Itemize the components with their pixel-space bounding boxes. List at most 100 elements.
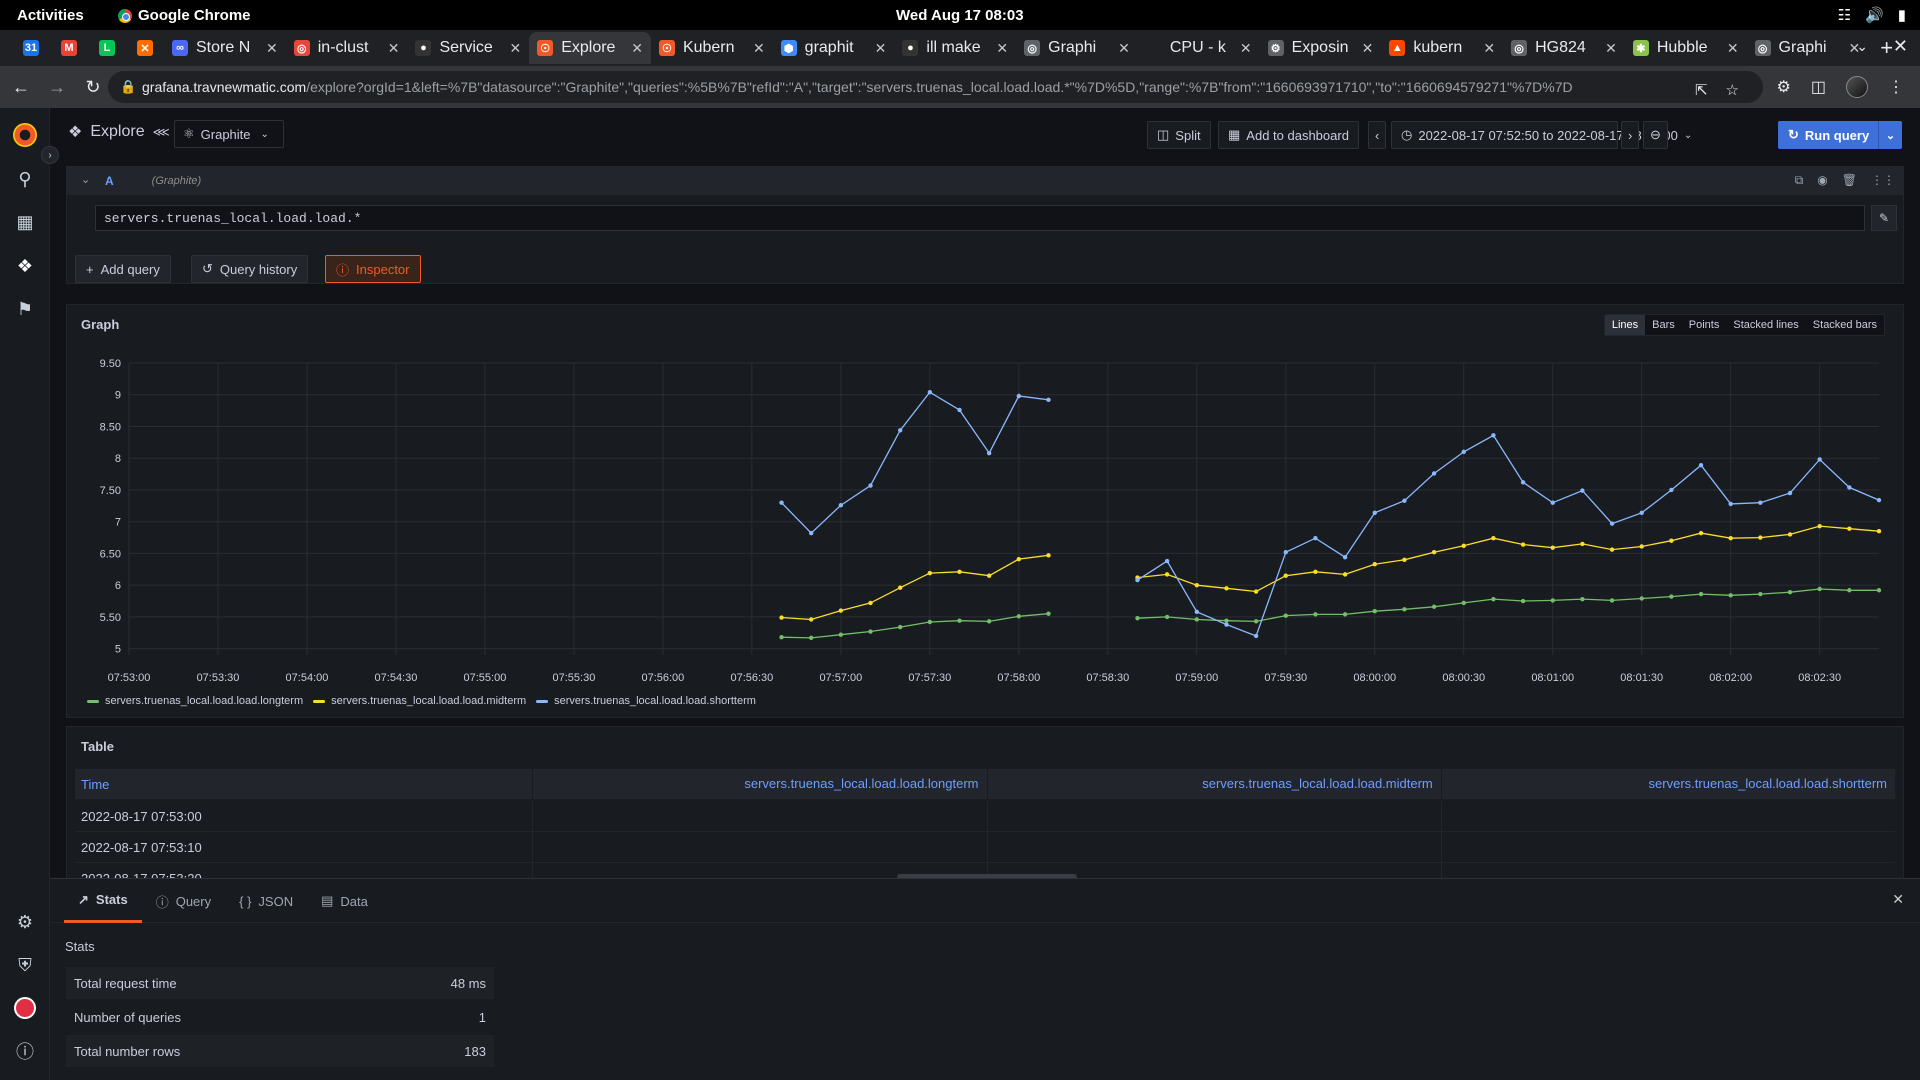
browser-tab[interactable]: ✱ Hubble ✕ xyxy=(1625,32,1747,64)
time-range-picker[interactable]: ◷ 2022-08-17 07:52:50 to 2022-08-17 08:03… xyxy=(1391,121,1692,149)
tab-close-icon[interactable]: ✕ xyxy=(388,40,400,57)
extensions-icon[interactable]: ⚙ xyxy=(1777,77,1791,97)
address-bar[interactable]: 🔒 grafana.travnewmatic.com/explore?orgId… xyxy=(108,71,1763,103)
tab-stats[interactable]: ↗ Stats xyxy=(64,879,142,923)
add-query-button[interactable]: + Add query xyxy=(75,255,171,283)
browser-tab[interactable]: ☉ Kubern ✕ xyxy=(651,32,773,64)
vis-option-stacked-bars[interactable]: Stacked bars xyxy=(1806,315,1884,335)
tab-close-icon[interactable]: ✕ xyxy=(753,40,765,57)
vis-option-lines[interactable]: Lines xyxy=(1604,315,1646,335)
time-forward-button[interactable]: › xyxy=(1621,121,1640,149)
bookmark-star-icon[interactable]: ☆ xyxy=(1726,81,1739,99)
browser-tab[interactable]: ● ill make ✕ xyxy=(894,32,1016,64)
reload-icon[interactable]: ↻ xyxy=(78,77,108,98)
collapse-chevron-icon[interactable]: ⌄ xyxy=(81,173,90,186)
browser-tab[interactable]: ⬢ graphit ✕ xyxy=(773,32,895,64)
tab-search-icon[interactable]: ⌄ xyxy=(1856,38,1868,55)
inspector-button[interactable]: ⓘ Inspector xyxy=(325,255,421,283)
configuration-gear-icon[interactable]: ⚙ xyxy=(12,909,38,935)
time-back-button[interactable]: ‹ xyxy=(1368,121,1387,149)
vis-option-bars[interactable]: Bars xyxy=(1645,315,1682,335)
tab-close-icon[interactable]: ✕ xyxy=(875,40,887,57)
query-history-button[interactable]: ↺ Query history xyxy=(191,255,309,283)
system-tray[interactable]: ☷ 🔊 ▮ xyxy=(1838,6,1906,24)
chrome-menu-icon[interactable]: ⋮ xyxy=(1888,77,1904,97)
tab-close-icon[interactable]: ✕ xyxy=(1483,40,1495,57)
browser-tab[interactable]: ◎ in-clust ✕ xyxy=(286,32,408,64)
add-to-dashboard-button[interactable]: ▦ Add to dashboard xyxy=(1218,121,1359,149)
hide-query-eye-icon[interactable]: ◉ xyxy=(1817,173,1827,188)
share-link-icon[interactable]: ⋘ xyxy=(153,125,170,139)
browser-tab[interactable]: ● Service ✕ xyxy=(407,32,529,64)
zoom-out-button[interactable]: ⊖ xyxy=(1643,121,1668,149)
profile-avatar[interactable] xyxy=(1846,76,1868,98)
legend-item[interactable]: servers.truenas_local.load.load.midterm xyxy=(313,695,526,707)
run-query-button[interactable]: ↻ Run query ⌄ xyxy=(1778,121,1902,149)
browser-tab[interactable]: CPU - k ✕ xyxy=(1138,32,1260,64)
sidepanel-icon[interactable]: ◫ xyxy=(1811,77,1826,97)
tab-close-icon[interactable]: ✕ xyxy=(266,40,278,57)
share-icon[interactable]: ⇱ xyxy=(1695,81,1708,99)
tab-close-icon[interactable]: ✕ xyxy=(631,40,643,57)
window-close-icon[interactable]: ✕ xyxy=(1893,36,1908,57)
tab-close-icon[interactable]: ✕ xyxy=(1118,40,1130,57)
stats-heading: Stats xyxy=(65,939,95,954)
browser-tab[interactable]: ◎ Graphi ✕ xyxy=(1016,32,1138,64)
explore-compass-icon[interactable]: ❖ xyxy=(12,253,38,279)
browser-tab[interactable]: ◎ HG824 ✕ xyxy=(1503,32,1625,64)
legend-item[interactable]: servers.truenas_local.load.load.longterm xyxy=(87,695,303,707)
user-avatar-icon[interactable] xyxy=(12,995,38,1021)
table-header-time[interactable]: Time xyxy=(75,777,532,792)
query-ref-id[interactable]: A xyxy=(105,174,114,188)
back-icon[interactable]: ← xyxy=(6,77,36,98)
grafana-logo-icon[interactable] xyxy=(12,122,38,148)
activities-button[interactable]: Activities xyxy=(17,7,84,24)
tab-close-icon[interactable]: ✕ xyxy=(1727,40,1739,57)
table-header-longterm[interactable]: servers.truenas_local.load.load.longterm xyxy=(532,769,986,799)
search-icon[interactable]: ⚲ xyxy=(12,166,38,192)
browser-tab[interactable]: ☉ Explore ✕ xyxy=(529,32,651,64)
tab-close-icon[interactable]: ✕ xyxy=(1605,40,1617,57)
vis-option-points[interactable]: Points xyxy=(1682,315,1727,335)
table-header-midterm[interactable]: servers.truenas_local.load.load.midterm xyxy=(986,769,1441,799)
run-query-dropdown-icon[interactable]: ⌄ xyxy=(1878,121,1902,149)
tab-json[interactable]: { } JSON xyxy=(225,879,307,923)
line-chart[interactable]: 9.50 9 8.50 8 7.50 7 6.50 6 5.50 5 07:53:00 07:53:3… xyxy=(67,341,1903,691)
tab-close-icon[interactable]: ✕ xyxy=(996,40,1008,57)
tab-close-icon[interactable]: ✕ xyxy=(509,40,521,57)
datasource-picker[interactable]: ⚛ Graphite ⌄ xyxy=(174,120,284,148)
query-target-input[interactable]: servers.truenas_local.load.load.* xyxy=(95,205,1865,231)
server-admin-shield-icon[interactable]: ⛨ xyxy=(12,952,38,978)
delete-query-trash-icon[interactable]: 🗑 xyxy=(1842,173,1857,188)
vis-option-stacked-lines[interactable]: Stacked lines xyxy=(1726,315,1805,335)
browser-tab[interactable]: ✕ xyxy=(126,32,164,64)
app-menu[interactable]: Google Chrome xyxy=(118,7,251,24)
x-tick-label: 08:01:00 xyxy=(1531,672,1574,684)
help-icon[interactable]: ⓘ xyxy=(12,1038,38,1064)
new-tab-icon[interactable]: + xyxy=(1880,35,1893,61)
browser-tab[interactable]: ∞ Store N ✕ xyxy=(164,32,286,64)
browser-tab[interactable]: ◎ Graphi ✕ xyxy=(1747,32,1869,64)
toggle-editor-pencil-icon[interactable]: ✎ xyxy=(1871,205,1897,231)
close-icon[interactable]: ✕ xyxy=(1892,891,1904,908)
tab-close-icon[interactable]: ✕ xyxy=(1240,40,1252,57)
data-point xyxy=(1550,545,1555,550)
browser-tab[interactable]: 31 xyxy=(12,32,50,64)
legend-item[interactable]: servers.truenas_local.load.load.shortter… xyxy=(536,695,756,707)
table-header-shortterm[interactable]: servers.truenas_local.load.load.shortter… xyxy=(1440,769,1895,799)
browser-tab[interactable]: ▲ kubern ✕ xyxy=(1381,32,1503,64)
dashboards-icon[interactable]: ▦ xyxy=(12,209,38,235)
duplicate-query-icon[interactable]: ⧉ xyxy=(1795,173,1804,188)
browser-tab[interactable]: L xyxy=(88,32,126,64)
alerting-bell-icon[interactable]: ⚑ xyxy=(12,296,38,322)
tab-query[interactable]: ⓘ Query xyxy=(142,879,225,923)
clock[interactable]: Wed Aug 17 08:03 xyxy=(896,7,1024,24)
browser-tab[interactable]: ⚙ Exposin ✕ xyxy=(1260,32,1382,64)
drag-handle-icon[interactable]: ⋮⋮ xyxy=(1871,173,1895,188)
forward-icon[interactable]: → xyxy=(42,77,72,98)
split-button[interactable]: ◫ Split xyxy=(1147,121,1211,149)
legend-label: servers.truenas_local.load.load.shortter… xyxy=(554,695,756,707)
tab-data[interactable]: ▤ Data xyxy=(307,879,382,923)
tab-close-icon[interactable]: ✕ xyxy=(1362,40,1374,57)
browser-tab[interactable]: M xyxy=(50,32,88,64)
